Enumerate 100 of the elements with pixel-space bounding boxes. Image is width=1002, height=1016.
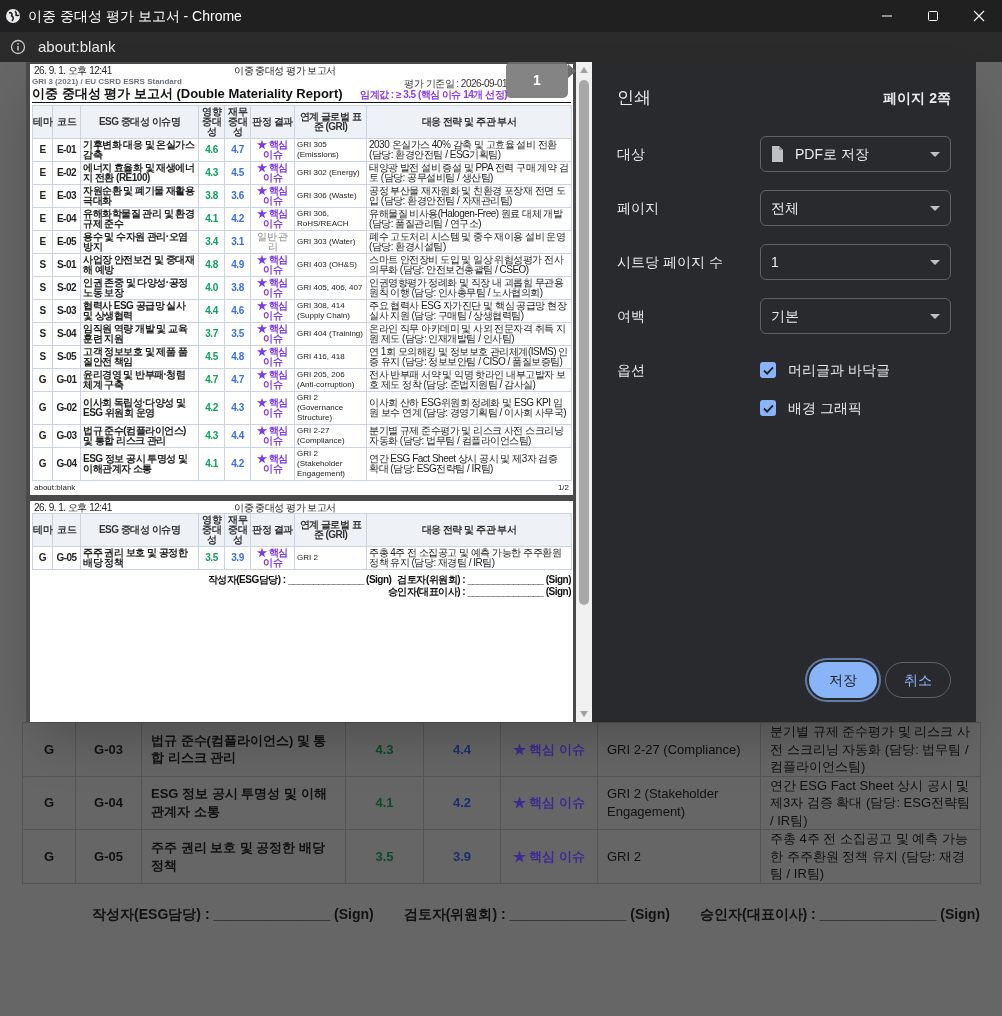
table-cell: G — [32, 424, 53, 448]
table-cell: ★ 핵심 이슈 — [250, 299, 295, 323]
table-cell: GRI 308, 414 (Supply Chain) — [294, 299, 367, 323]
table-cell: 3.9 — [224, 546, 251, 570]
table-cell: 법규 준수(컴플라이언스) 및 통합 리스크 관리 — [80, 424, 199, 448]
table-cell: 4.1 — [198, 447, 225, 481]
table-cell: ★ 핵심 이슈 — [250, 368, 295, 392]
page-header-title: 이중 중대성 평가 보고서 — [234, 65, 336, 76]
field-label: 옵션 — [617, 361, 646, 380]
table-cell: 유해물질 비사용(Halogen-Free) 원료 대체 개발 (담당: 품질관리팀 / 연구소) — [366, 207, 572, 231]
table-cell: 4.4 — [198, 299, 225, 323]
table-cell: 협력사 ESG 공급망 실사 및 상생협력 — [80, 299, 199, 323]
dropdown-value: 1 — [771, 252, 780, 272]
dropdown[interactable]: PDF로 저장 — [760, 136, 951, 172]
table-cell: 분기별 규제 준수평가 및 리스크 사전 스크리닝 자동화 (담당: 법무팀 / 컴플라이언스팀) — [366, 424, 572, 448]
window-title: 이중 중대성 평가 보고서 - Chrome — [28, 6, 242, 26]
dropdown[interactable]: 1 — [760, 244, 951, 280]
table-cell: 연간 ESG Fact Sheet 상시 공시 및 제3자 검증 확대 (담당: ESG전략팀 / IR팀) — [760, 776, 981, 830]
table-cell: S — [32, 345, 53, 369]
table-cell: G — [32, 391, 53, 425]
dropdown[interactable]: 전체 — [760, 190, 951, 226]
table-cell: ★ 핵심 이슈 — [500, 829, 598, 884]
table-cell: 4.7 — [224, 138, 251, 162]
table-cell: 이사회 독립성·다양성 및 ESG 위원회 운영 — [80, 391, 199, 425]
table-cell: G-05 — [52, 546, 81, 570]
field-label: 여백 — [617, 306, 646, 326]
table-cell: 3.7 — [198, 322, 225, 346]
field-label: 대상 — [617, 144, 646, 164]
table-cell: E — [32, 161, 53, 185]
table-cell: 4.5 — [198, 345, 225, 369]
threshold-text: 임계값 : ≥ 3.5 (핵심 이슈 14개 선정) — [360, 89, 507, 100]
table-header-cell: ESG 중대성 이슈명 — [80, 513, 199, 547]
table-cell: G — [22, 722, 76, 777]
caret-icon — [930, 205, 940, 211]
table-cell: ★ 핵심 이슈 — [500, 776, 598, 830]
table-cell: 4.2 — [224, 447, 251, 481]
table-cell: G — [22, 776, 76, 830]
table-cell: 3.5 — [224, 322, 251, 346]
table-cell: 4.3 — [198, 161, 225, 185]
dropdown-value: 기본 — [771, 306, 800, 326]
address-field[interactable]: about:blank — [38, 35, 116, 59]
table-cell: E — [32, 184, 53, 208]
table-cell: G-03 — [52, 424, 81, 448]
table-cell: S — [32, 276, 53, 300]
table-header-cell: 테마 — [32, 513, 53, 547]
table-cell: GRI 405, 406, 407 — [294, 276, 367, 300]
checkbox[interactable] — [760, 362, 776, 378]
table-header-cell: 대응 전략 및 주관 부서 — [366, 513, 572, 547]
table-cell: GRI 205, 206 (Anti-corruption) — [294, 368, 367, 392]
info-icon[interactable] — [10, 39, 26, 55]
globe-icon — [5, 8, 21, 24]
checkbox[interactable] — [760, 400, 776, 416]
checkbox-option[interactable]: 머리글과 바닥글 — [760, 358, 890, 382]
table-cell: GRI 403 (OH&S) — [294, 253, 367, 277]
table-cell: 분기별 규제 준수평가 및 리스크 사전 스크리닝 자동화 (담당: 법무팀 / 컴플라이언스팀) — [760, 722, 981, 777]
checkbox-option[interactable]: 배경 그래픽 — [760, 396, 890, 420]
table-cell: 3.5 — [198, 546, 225, 570]
scroll-down-icon[interactable] — [579, 710, 589, 718]
table-cell: 주주 권리 보호 및 공정한 배당 정책 — [141, 829, 346, 884]
scrollbar-thumb[interactable] — [579, 80, 589, 605]
save-button[interactable]: 저장 — [809, 662, 877, 698]
table-cell: E — [32, 138, 53, 162]
table-cell: E — [32, 230, 53, 254]
table-cell: GRI 404 (Training) — [294, 322, 367, 346]
table-header-cell: 판정 결과 — [250, 513, 295, 547]
table-cell: 폐수 고도처리 시스템 및 중수 재이용 설비 운영 (담당: 환경시설팀) — [366, 230, 572, 254]
table-cell: 인권 존중 및 다양성·공정 노동 보장 — [80, 276, 199, 300]
table-cell: 스마트 안전장비 도입 및 일상 위험성평가 전사 의무화 (담당: 안전보건총괄팀 / CSEO) — [366, 253, 572, 277]
table-cell: G — [22, 829, 76, 884]
table-header-cell: ESG 중대성 이슈명 — [80, 105, 199, 139]
table-header-cell: 테마 — [32, 105, 53, 139]
table-cell: GRI 303 (Water) — [294, 230, 367, 254]
table-cell: 고객 정보보호 및 제품 품질안전 책임 — [80, 345, 199, 369]
table-cell: G — [32, 368, 53, 392]
caret-icon — [930, 313, 940, 319]
table-cell: 주총 4주 전 소집공고 및 예측 가능한 주주환원 정책 유지 (담당: 재경팀 / IR팀) — [366, 546, 572, 570]
signature-line: 승인자(대표이사) : _______________ (Sign) — [387, 586, 571, 598]
table-header-cell: 대응 전략 및 주관 부서 — [366, 105, 572, 139]
check-icon — [762, 365, 774, 375]
document-icon — [771, 146, 783, 162]
table-cell: 주총 4주 전 소집공고 및 예측 가능한 주주환원 정책 유지 (담당: 재경팀 / IR팀) — [760, 829, 981, 884]
table-header-cell: 연계 글로벌 표준 (GRI) — [294, 105, 367, 139]
table-cell: 유해화학물질 관리 및 환경 규제 준수 — [80, 207, 199, 231]
table-cell: 주주 권리 보호 및 공정한 배당 정책 — [80, 546, 199, 570]
table-cell: GRI 2 (Governance Structure) — [294, 391, 367, 425]
scrollbar[interactable] — [576, 62, 592, 722]
table-cell: GRI 305 (Emissions) — [294, 138, 367, 162]
table-cell: 일반 관리 — [250, 230, 295, 254]
table-cell: 4.7 — [224, 368, 251, 392]
scroll-up-icon[interactable] — [579, 66, 589, 74]
caret-icon — [930, 259, 940, 265]
table-cell: ★ 핵심 이슈 — [250, 447, 295, 481]
table-cell: E-03 — [52, 184, 81, 208]
table-cell: GRI 306, RoHS/REACH — [294, 207, 367, 231]
table-cell: 3.8 — [224, 276, 251, 300]
table-cell: G — [32, 447, 53, 481]
table-cell: 3.6 — [224, 184, 251, 208]
dropdown-value: 전체 — [771, 198, 800, 218]
dropdown[interactable]: 기본 — [760, 298, 951, 334]
table-cell: S — [32, 322, 53, 346]
